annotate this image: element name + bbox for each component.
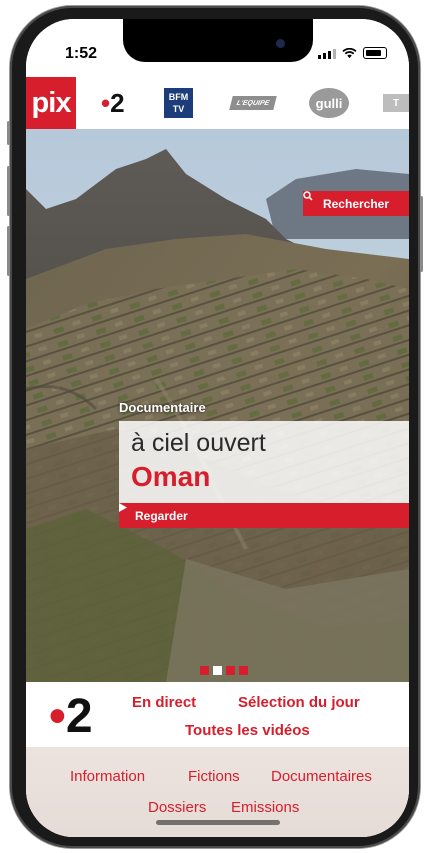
channel-more[interactable]: T (383, 77, 409, 129)
featured-subtitle: Oman (131, 461, 211, 492)
bfmtv-logo: BFM TV (164, 88, 193, 118)
pix-logo[interactable]: pix (26, 77, 76, 129)
channel-lequipe[interactable]: L'EQUIPE (229, 77, 277, 129)
signal-icon (318, 48, 336, 59)
featured-genre: Documentaire (119, 400, 206, 415)
lequipe-logo: L'EQUIPE (229, 96, 277, 110)
search-label: Rechercher (322, 196, 390, 211)
status-icons (318, 47, 387, 59)
status-bar: 1:52 (26, 19, 409, 77)
home-indicator[interactable] (156, 820, 280, 825)
mute-switch (7, 121, 10, 145)
channel-bar: pix (26, 77, 409, 129)
screen: 1:52 pix • 2 BFM TV L'EQUIPE gulli T Rec… (26, 19, 409, 837)
channel-nav-header: •2 En direct Sélection du jour Toutes le… (26, 682, 409, 747)
nav-selection-du-jour[interactable]: Sélection du jour (238, 694, 360, 711)
nav-dossiers[interactable]: Dossiers (148, 799, 206, 816)
watch-label: Regarder (135, 508, 188, 523)
volume-down-button (7, 226, 10, 276)
featured-title-card[interactable]: à ciel ouvert Oman (119, 421, 409, 503)
nav-en-direct[interactable]: En direct (132, 694, 196, 711)
volume-up-button (7, 166, 10, 216)
channel-bfmtv[interactable]: BFM TV (164, 77, 193, 129)
watch-button[interactable]: Regarder (119, 503, 409, 528)
carousel-dots (200, 666, 248, 675)
nav-documentaires[interactable]: Documentaires (271, 768, 372, 785)
search-button[interactable]: Rechercher (303, 191, 409, 216)
carousel-dot[interactable] (239, 666, 248, 675)
search-icon (303, 191, 313, 201)
channel-france2[interactable]: • 2 (101, 77, 125, 129)
wifi-icon (342, 47, 357, 58)
france2-logo[interactable]: •2 (49, 691, 93, 743)
nav-fictions[interactable]: Fictions (188, 768, 240, 785)
power-button (420, 196, 423, 272)
battery-icon (363, 47, 387, 59)
carousel-dot-active[interactable] (213, 666, 222, 675)
status-time: 1:52 (65, 45, 98, 62)
featured-hero[interactable]: Rechercher Documentaire à ciel ouvert Om… (26, 129, 409, 682)
carousel-dot[interactable] (200, 666, 209, 675)
play-icon (119, 503, 127, 512)
gulli-logo: gulli (309, 88, 349, 118)
channel-gulli[interactable]: gulli (309, 77, 349, 129)
camera (276, 39, 285, 48)
channel-nav-panel: •2 En direct Sélection du jour Toutes le… (26, 682, 409, 837)
nav-emissions[interactable]: Emissions (231, 799, 299, 816)
nav-information[interactable]: Information (70, 768, 145, 785)
carousel-dot[interactable] (226, 666, 235, 675)
more-channel-logo: T (383, 94, 409, 112)
nav-toutes-les-videos[interactable]: Toutes les vidéos (185, 722, 310, 739)
featured-title: à ciel ouvert (131, 429, 266, 457)
